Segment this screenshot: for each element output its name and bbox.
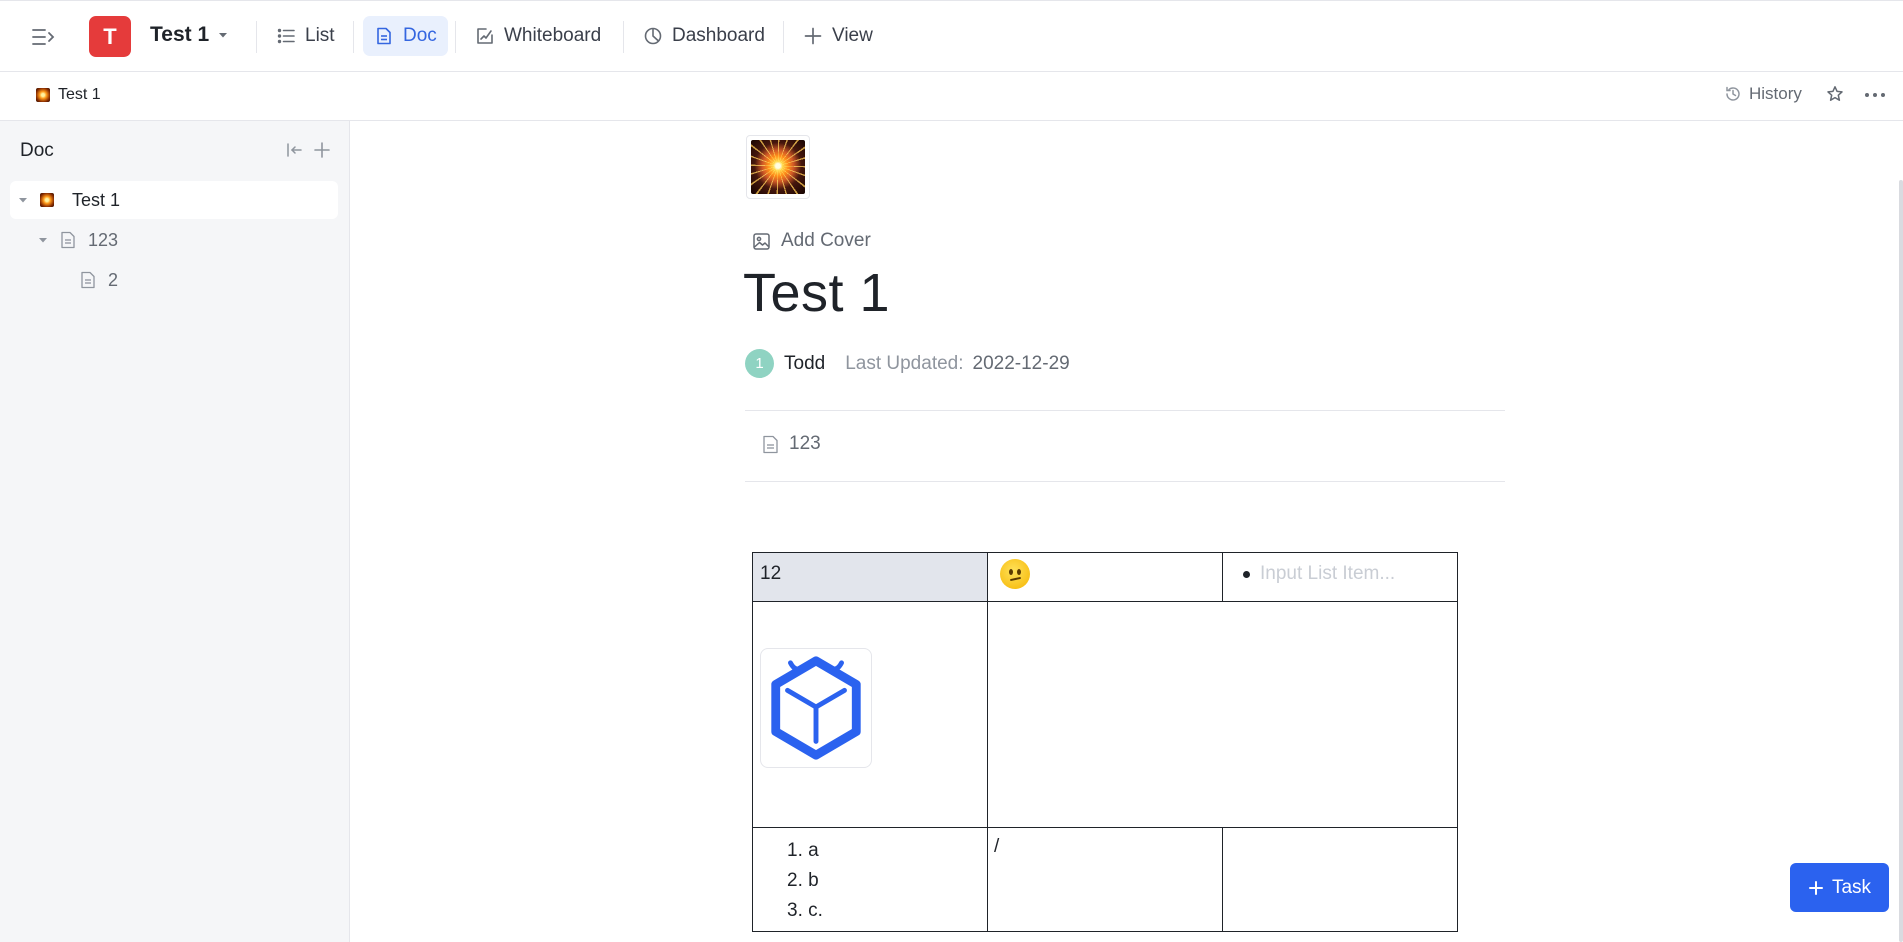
star-icon (1827, 86, 1843, 101)
breadcrumb[interactable]: Test 1 (36, 86, 101, 104)
list-item[interactable]: 3. c. (787, 896, 987, 926)
tree-item-123[interactable]: 123 (10, 221, 338, 259)
divider (353, 21, 354, 53)
list-item-text: a (808, 840, 819, 861)
collapse-sidebar-icon[interactable] (285, 141, 303, 159)
cell-text: / (994, 836, 1000, 857)
more-icon[interactable] (1864, 85, 1886, 105)
divider (783, 21, 784, 53)
whiteboard-icon (477, 28, 493, 44)
pie-chart-icon (644, 27, 662, 45)
history-button[interactable]: History (1724, 84, 1802, 104)
doc-table[interactable]: 12 Input List Item... 1. a 2. b 3. c. / (752, 552, 1458, 932)
tab-dashboard[interactable]: Dashboard (632, 16, 776, 56)
divider (745, 481, 1505, 482)
add-page-icon[interactable] (312, 140, 332, 160)
list-item[interactable]: 1. a (787, 836, 987, 866)
ordered-list: 1. a 2. b 3. c. (753, 836, 987, 926)
table-cell-selected[interactable]: 12 (752, 552, 988, 602)
breadcrumb-label: Test 1 (58, 86, 101, 103)
tab-doc[interactable]: Doc (363, 16, 448, 56)
doc-sidebar: Doc Test 1 123 2 (0, 121, 350, 942)
plus-icon (804, 27, 822, 45)
tree-item-label: Test 1 (72, 189, 121, 210)
doc-meta: 1 Todd Last Updated: 2022-12-29 (745, 349, 1070, 378)
subpage-label: 123 (789, 433, 821, 454)
tree-item-test-1[interactable]: Test 1 (10, 181, 338, 219)
author-name: Todd (784, 352, 826, 374)
divider (256, 21, 257, 53)
embedded-image[interactable] (760, 648, 872, 768)
avatar[interactable]: 1 (745, 349, 774, 378)
plus-icon (1808, 880, 1823, 895)
chevron-down-icon[interactable] (216, 28, 230, 42)
add-cover-button[interactable]: Add Cover (752, 230, 871, 252)
project-logo[interactable]: T (89, 16, 131, 57)
table-cell[interactable]: 1. a 2. b 3. c. (752, 827, 988, 932)
table-cell[interactable] (1222, 827, 1458, 932)
project-title[interactable]: Test 1 (150, 23, 209, 47)
add-task-label: Task (1831, 876, 1872, 898)
breadcrumb-bar: Test 1 History (0, 72, 1903, 121)
tab-doc-label: Doc (403, 25, 437, 46)
tab-list[interactable]: List (265, 16, 346, 56)
firework-icon (40, 193, 54, 207)
favorite-button[interactable] (1826, 85, 1844, 108)
list-item-text: b (808, 870, 819, 891)
last-updated-label: Last Updated: (845, 352, 964, 374)
tab-whiteboard[interactable]: Whiteboard (464, 16, 612, 56)
history-icon (1726, 86, 1740, 101)
sidebar-title: Doc (20, 140, 54, 161)
list-item[interactable]: 2. b (787, 866, 987, 896)
subpage-link[interactable]: 123 (762, 433, 821, 455)
table-cell[interactable]: / (987, 827, 1223, 932)
page-title[interactable]: Test 1 (743, 262, 890, 324)
scrollbar[interactable] (1899, 180, 1903, 942)
divider (623, 21, 624, 53)
add-task-button[interactable]: Task (1790, 863, 1889, 912)
list-item-placeholder: Input List Item... (1260, 563, 1396, 584)
cell-text: 12 (760, 563, 782, 584)
last-updated-date: 2022-12-29 (972, 352, 1070, 374)
tree-item-label: 123 (88, 229, 119, 250)
list-item[interactable]: Input List Item... (1243, 563, 1457, 585)
expand-sidebar-icon[interactable] (30, 25, 58, 49)
table-cell-merged[interactable] (987, 601, 1458, 828)
add-view-button[interactable]: View (792, 16, 884, 56)
add-view-label: View (832, 25, 873, 46)
tab-whiteboard-label: Whiteboard (504, 25, 602, 46)
divider (745, 410, 1505, 411)
cube-logo-icon (771, 656, 861, 760)
page-icon (61, 231, 75, 249)
tab-dashboard-label: Dashboard (672, 25, 765, 46)
confused-face-icon (1000, 559, 1030, 589)
doc-icon (377, 27, 391, 45)
doc-emoji-icon[interactable] (746, 135, 810, 199)
caret-down-icon[interactable] (38, 235, 48, 245)
table-cell[interactable] (752, 601, 988, 828)
page-icon (81, 271, 95, 289)
caret-down-icon[interactable] (18, 195, 28, 205)
tree-item-2[interactable]: 2 (10, 261, 338, 299)
tab-list-label: List (305, 25, 335, 46)
divider (455, 21, 456, 53)
top-bar: T Test 1 List Doc Whiteboard Dashboard V… (0, 0, 1903, 72)
bullet-icon (1243, 570, 1250, 578)
add-cover-label: Add Cover (781, 230, 871, 251)
tree-item-label: 2 (108, 269, 119, 290)
image-icon (753, 232, 770, 250)
table-cell[interactable]: Input List Item... (1222, 552, 1458, 602)
firework-icon (751, 140, 805, 194)
table-cell[interactable] (987, 552, 1223, 602)
firework-icon (36, 88, 50, 102)
list-icon (277, 28, 295, 44)
page-icon (763, 435, 778, 453)
history-label: History (1749, 84, 1802, 103)
list-item-text: c. (808, 900, 823, 921)
